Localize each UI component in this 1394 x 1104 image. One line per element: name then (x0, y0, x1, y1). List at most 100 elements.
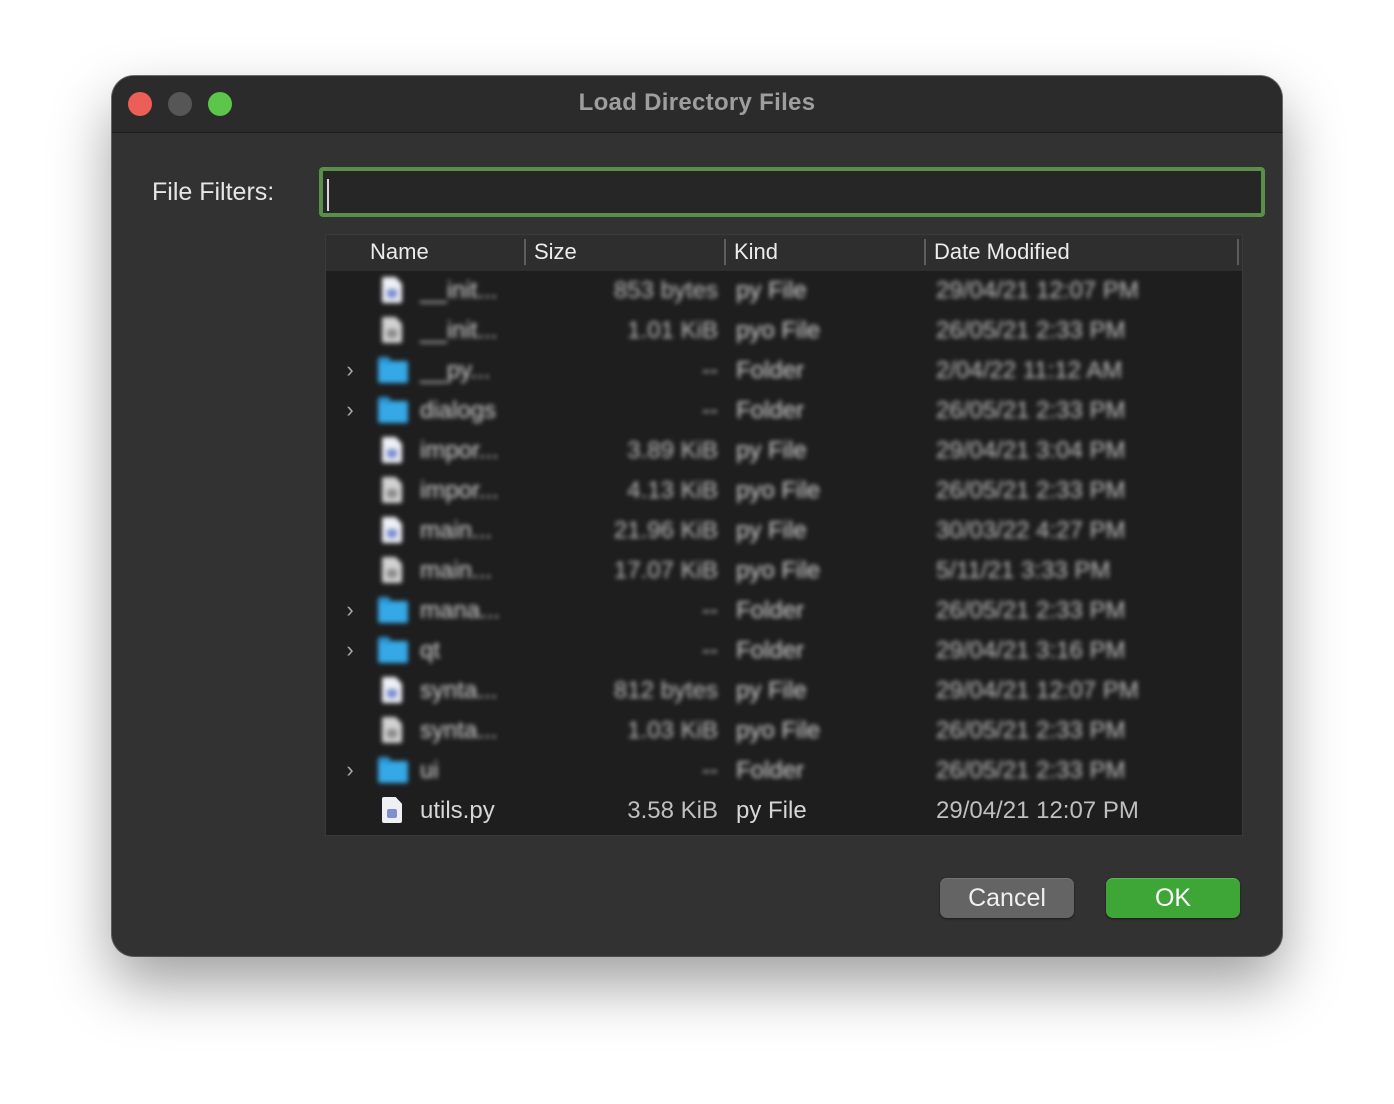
python-file-icon (382, 517, 402, 543)
folder-icon (378, 357, 408, 383)
file-date-modified: 29/04/21 3:04 PM (936, 437, 1126, 464)
file-date-modified: 29/04/21 12:07 PM (936, 277, 1139, 304)
table-row[interactable]: synta... 812 bytes py File 29/04/21 12:07 P… (326, 671, 1242, 711)
file-size: -- (702, 357, 718, 384)
file-date-modified: 30/03/22 4:27 PM (936, 517, 1126, 544)
column-header-kind[interactable]: Kind (734, 239, 778, 265)
column-divider[interactable] (724, 239, 726, 265)
table-row[interactable]: utils.py 3.58 KiB py File 29/04/21 12:07 PM (326, 791, 1242, 831)
column-divider[interactable] (924, 239, 926, 265)
table-row[interactable]: › ui -- Folder 26/05/21 2:33 PM (326, 751, 1242, 791)
pyo-file-icon (382, 717, 402, 743)
file-size: 3.58 KiB (627, 797, 718, 824)
folder-icon (378, 757, 408, 783)
row-content: main... 21.96 KiB py File 30/03/22 4:27 PM (326, 511, 1242, 551)
title-bar[interactable]: Load Directory Files (112, 76, 1282, 133)
file-size: 4.13 KiB (627, 477, 718, 504)
file-size: -- (702, 637, 718, 664)
row-content: main... 17.07 KiB pyo File 5/11/21 3:33 PM (326, 551, 1242, 591)
file-date-modified: 29/04/21 3:16 PM (936, 637, 1126, 664)
file-kind: pyo File (736, 477, 821, 504)
file-size: -- (702, 397, 718, 424)
table-row[interactable]: › qt -- Folder 29/04/21 3:16 PM (326, 631, 1242, 671)
pyo-file-icon (382, 317, 402, 343)
file-kind: py File (736, 677, 807, 704)
row-content: mana... -- Folder 26/05/21 2:33 PM (326, 591, 1242, 631)
python-file-icon (382, 677, 402, 703)
file-kind: Folder (736, 637, 805, 664)
file-date-modified: 26/05/21 2:33 PM (936, 597, 1126, 624)
ok-button[interactable]: OK (1106, 878, 1240, 918)
table-row[interactable]: impor... 4.13 KiB pyo File 26/05/21 2:33 PM (326, 471, 1242, 511)
column-divider[interactable] (524, 239, 526, 265)
table-row[interactable]: › mana... -- Folder 26/05/21 2:33 PM (326, 591, 1242, 631)
file-name: utils.py (420, 797, 495, 824)
file-kind: Folder (736, 757, 805, 784)
file-size: 3.89 KiB (627, 437, 718, 464)
file-date-modified: 2/04/22 11:12 AM (936, 357, 1123, 384)
file-kind: py File (736, 517, 807, 544)
folder-icon (378, 597, 408, 623)
file-kind: pyo File (736, 557, 821, 584)
row-content: impor... 4.13 KiB pyo File 26/05/21 2:33 PM (326, 471, 1242, 511)
file-kind: Folder (736, 597, 805, 624)
file-size: 1.03 KiB (627, 717, 718, 744)
file-size: -- (702, 757, 718, 784)
file-size: 1.01 KiB (627, 317, 718, 344)
table-header: Name Size Kind Date Modified (326, 235, 1242, 271)
file-name: __init... (420, 317, 498, 344)
file-name: main... (420, 517, 493, 544)
file-list-table[interactable]: Name Size Kind Date Modified __init... 85… (325, 234, 1243, 836)
table-row[interactable]: › dialogs -- Folder 26/05/21 2:33 PM (326, 391, 1242, 431)
file-name: synta... (420, 677, 498, 704)
file-name: impor... (420, 437, 499, 464)
row-content: dialogs -- Folder 26/05/21 2:33 PM (326, 391, 1242, 431)
file-kind: Folder (736, 357, 805, 384)
file-date-modified: 29/04/21 12:07 PM (936, 797, 1139, 824)
file-size: 812 bytes (613, 677, 718, 704)
table-row[interactable]: › __py... -- Folder 2/04/22 11:12 AM (326, 351, 1242, 391)
dialog-window: Load Directory Files File Filters: Name … (112, 76, 1282, 956)
row-content: qt -- Folder 29/04/21 3:16 PM (326, 631, 1242, 671)
row-content: __init... 853 bytes py File 29/04/21 12:07 … (326, 271, 1242, 311)
file-kind: py File (736, 437, 807, 464)
pyo-file-icon (382, 477, 402, 503)
file-kind: py File (736, 277, 807, 304)
file-name: dialogs (420, 397, 497, 424)
column-header-name[interactable]: Name (370, 239, 429, 265)
row-content: __py... -- Folder 2/04/22 11:12 AM (326, 351, 1242, 391)
column-header-date-modified[interactable]: Date Modified (934, 239, 1070, 265)
file-name: mana... (420, 597, 501, 624)
file-name: main... (420, 557, 493, 584)
table-row[interactable]: synta... 1.03 KiB pyo File 26/05/21 2:33 PM (326, 711, 1242, 751)
file-kind: py File (736, 797, 807, 824)
file-kind: pyo File (736, 717, 821, 744)
file-date-modified: 26/05/21 2:33 PM (936, 757, 1126, 784)
file-filters-input[interactable] (319, 167, 1265, 217)
table-row[interactable]: __init... 1.01 KiB pyo File 26/05/21 2:33 P… (326, 311, 1242, 351)
file-date-modified: 26/05/21 2:33 PM (936, 317, 1126, 344)
folder-icon (378, 397, 408, 423)
file-name: ui (420, 757, 439, 784)
file-date-modified: 29/04/21 12:07 PM (936, 677, 1139, 704)
python-file-icon (382, 437, 402, 463)
row-content: utils.py 3.58 KiB py File 29/04/21 12:07 PM (326, 791, 1242, 831)
python-file-icon (382, 277, 402, 303)
table-row[interactable]: __init... 853 bytes py File 29/04/21 12:07 … (326, 271, 1242, 311)
row-content: impor... 3.89 KiB py File 29/04/21 3:04 PM (326, 431, 1242, 471)
file-size: -- (702, 597, 718, 624)
table-row[interactable]: main... 17.07 KiB pyo File 5/11/21 3:33 PM (326, 551, 1242, 591)
file-date-modified: 26/05/21 2:33 PM (936, 717, 1126, 744)
row-content: __init... 1.01 KiB pyo File 26/05/21 2:33 P… (326, 311, 1242, 351)
file-kind: pyo File (736, 317, 821, 344)
table-row[interactable]: main... 21.96 KiB py File 30/03/22 4:27 PM (326, 511, 1242, 551)
file-name: synta... (420, 717, 498, 744)
cancel-button[interactable]: Cancel (940, 878, 1074, 918)
row-content: synta... 812 bytes py File 29/04/21 12:07 P… (326, 671, 1242, 711)
file-filters-label: File Filters: (152, 178, 275, 206)
file-name: qt (420, 637, 441, 664)
table-row[interactable]: impor... 3.89 KiB py File 29/04/21 3:04 PM (326, 431, 1242, 471)
file-kind: Folder (736, 397, 805, 424)
column-header-size[interactable]: Size (534, 239, 577, 265)
row-content: synta... 1.03 KiB pyo File 26/05/21 2:33 PM (326, 711, 1242, 751)
